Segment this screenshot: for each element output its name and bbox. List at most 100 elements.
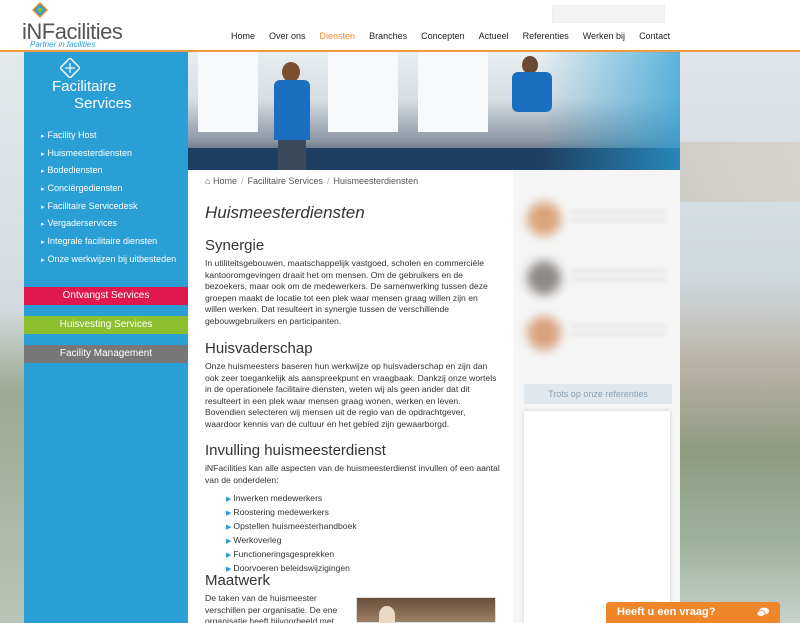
section-text: iNFacilities kan alle aspecten van de hu… bbox=[205, 463, 500, 485]
sidebar-item-vergaderservices[interactable]: ▸ Vergaderservices bbox=[41, 216, 176, 234]
chevron-right-icon: ▸ bbox=[41, 221, 45, 229]
huisvesting-services-button[interactable]: Huisvesting Services bbox=[24, 316, 188, 334]
triangle-bullet-icon: ▶ bbox=[226, 524, 232, 532]
nav-branches[interactable]: Branches bbox=[362, 31, 414, 45]
chat-label: Heeft u een vraag? bbox=[617, 606, 716, 618]
sidebar-item-integrale[interactable]: ▸ Integrale facilitaire diensten bbox=[41, 234, 176, 252]
sidebar-item-werkwijzen[interactable]: ▸ Onze werkwijzen bij uitbesteden bbox=[41, 252, 176, 270]
background-image-right bbox=[680, 52, 800, 623]
chat-bubble-icon bbox=[757, 607, 769, 617]
page-title: Huismeesterdiensten bbox=[205, 203, 365, 222]
sidebar: Facilitaire Services ▸ Facility Host ▸ Hui… bbox=[24, 52, 188, 623]
section-heading: Huisvaderschap bbox=[205, 340, 313, 357]
list-item: ▶ Inwerken medewerkers bbox=[226, 493, 323, 504]
section-heading: Maatwerk bbox=[205, 572, 271, 589]
chevron-right-icon: ▸ bbox=[41, 186, 45, 194]
breadcrumb-home[interactable]: Home bbox=[213, 176, 237, 186]
reference-item[interactable] bbox=[523, 312, 673, 357]
list-item: ▶ Roostering medewerkers bbox=[226, 507, 329, 518]
maatwerk-photo bbox=[356, 597, 496, 623]
sidebar-title-line1: Facilitaire bbox=[52, 78, 117, 95]
sidebar-item-label: Facilitaire Servicedesk bbox=[47, 200, 138, 211]
reference-item[interactable] bbox=[523, 257, 673, 302]
triangle-bullet-icon: ▶ bbox=[226, 538, 232, 546]
hero-window bbox=[418, 52, 488, 132]
triangle-bullet-icon: ▶ bbox=[226, 496, 232, 504]
list-item: ▶ Functioneringsgesprekken bbox=[226, 549, 335, 560]
main-content: ⌂ Home / Facilitaire Services / Huismeesterd… bbox=[188, 170, 513, 623]
section-maatwerk: Maatwerk De taken van de huismeester ver… bbox=[205, 572, 350, 623]
sidebar-item-label: Facility Host bbox=[47, 130, 97, 140]
sidebar-item-huismeesterdiensten[interactable]: ▸ Huismeesterdiensten bbox=[41, 146, 176, 164]
nav-home[interactable]: Home bbox=[224, 31, 262, 45]
nav-werken-bij[interactable]: Werken bij bbox=[576, 31, 632, 45]
triangle-bullet-icon: ▶ bbox=[226, 510, 232, 518]
sidebar-item-label: Bodediensten bbox=[47, 165, 103, 176]
task-list: ▶ Inwerken medewerkers ▶ Roostering medewe… bbox=[226, 492, 500, 576]
chevron-right-icon: ▸ bbox=[41, 168, 45, 176]
search-input[interactable] bbox=[552, 5, 665, 23]
referenties-button[interactable]: Trots op onze referenties bbox=[524, 384, 672, 404]
right-column: Trots op onze referenties bbox=[513, 170, 680, 623]
sidebar-item-facility-host[interactable]: ▸ Facility Host bbox=[41, 128, 176, 146]
breadcrumb-level1[interactable]: Facilitaire Services bbox=[247, 176, 323, 186]
sidebar-title-line2: Services bbox=[74, 95, 132, 112]
sidebar-item-servicedesk[interactable]: ▸ Facilitaire Servicedesk bbox=[41, 199, 176, 217]
reference-text-blurred bbox=[571, 324, 666, 344]
triangle-bullet-icon: ▶ bbox=[226, 552, 232, 560]
site-header: iNFacilities Partner in facilities Home … bbox=[0, 0, 800, 52]
sidebar-item-concierge[interactable]: ▸ Conciërgediensten bbox=[41, 181, 176, 199]
reference-item[interactable] bbox=[523, 198, 673, 243]
list-item: ▶ Werkoverleg bbox=[226, 535, 282, 546]
nav-over-ons[interactable]: Over ons bbox=[262, 31, 313, 45]
hero-worker-2 bbox=[508, 52, 558, 112]
section-text: Onze huismeesters baseren hun werkwijze … bbox=[205, 361, 497, 429]
chevron-right-icon: ▸ bbox=[41, 150, 45, 158]
logo-mark-icon bbox=[32, 2, 48, 18]
sidebar-item-label: Onze werkwijzen bij uitbesteden bbox=[47, 253, 177, 264]
chat-widget[interactable]: Heeft u een vraag? bbox=[606, 602, 780, 623]
sidebar-item-label: Conciërgediensten bbox=[47, 183, 123, 194]
section-synergie: Synergie In utiliteitsgebouwen, maatscha… bbox=[205, 237, 500, 328]
chevron-right-icon: ▸ bbox=[41, 256, 45, 264]
section-text: De taken van de huismeester verschillen … bbox=[205, 593, 338, 623]
breadcrumb: ⌂ Home / Facilitaire Services / Huismeesterd… bbox=[205, 176, 419, 186]
hero-window bbox=[328, 52, 398, 132]
nav-actueel[interactable]: Actueel bbox=[472, 31, 516, 45]
hero-window bbox=[198, 52, 258, 132]
sidebar-item-label: Huismeesterdiensten bbox=[47, 147, 133, 158]
reference-text-blurred bbox=[571, 269, 666, 289]
reference-text-blurred bbox=[571, 210, 666, 230]
sidebar-item-bodediensten[interactable]: ▸ Bodediensten bbox=[41, 163, 176, 181]
nav-concepten[interactable]: Concepten bbox=[414, 31, 472, 45]
section-heading: Invulling huismeesterdienst bbox=[205, 442, 386, 459]
home-icon: ⌂ bbox=[205, 176, 211, 186]
sidebar-item-label: Integrale facilitaire diensten bbox=[47, 236, 158, 247]
hero-worker bbox=[274, 62, 310, 170]
logo-tagline: Partner in facilities bbox=[30, 40, 96, 49]
breadcrumb-current: Huismeesterdiensten bbox=[333, 176, 419, 186]
chevron-right-icon: ▸ bbox=[41, 133, 45, 140]
reference-panel bbox=[524, 411, 670, 623]
section-heading: Synergie bbox=[205, 237, 265, 254]
avatar bbox=[527, 261, 561, 295]
main-nav: Home Over ons Diensten Branches Concepte… bbox=[224, 31, 677, 45]
section-invulling: Invulling huismeesterdienst iNFacilities… bbox=[205, 442, 500, 576]
site-logo[interactable]: iNFacilities Partner in facilities bbox=[22, 2, 123, 49]
nav-contact[interactable]: Contact bbox=[632, 31, 677, 45]
nav-referenties[interactable]: Referenties bbox=[516, 31, 576, 45]
avatar bbox=[527, 202, 561, 236]
facility-management-button[interactable]: Facility Management bbox=[24, 345, 188, 363]
hero-tint bbox=[540, 52, 680, 170]
hero-image bbox=[188, 52, 680, 170]
chevron-right-icon: ▸ bbox=[41, 239, 45, 247]
avatar bbox=[527, 316, 561, 350]
facilitaire-services-icon bbox=[60, 58, 80, 78]
section-text: In utiliteitsgebouwen, maatschappelijk v… bbox=[205, 258, 488, 326]
section-huisvaderschap: Huisvaderschap Onze huismeesters baseren… bbox=[205, 340, 500, 431]
chevron-right-icon: ▸ bbox=[41, 203, 45, 211]
nav-diensten[interactable]: Diensten bbox=[313, 31, 363, 45]
ontvangst-services-button[interactable]: Ontvangst Services bbox=[24, 287, 188, 305]
background-image-left bbox=[0, 52, 24, 623]
sidebar-item-label: Vergaderservices bbox=[47, 218, 118, 229]
